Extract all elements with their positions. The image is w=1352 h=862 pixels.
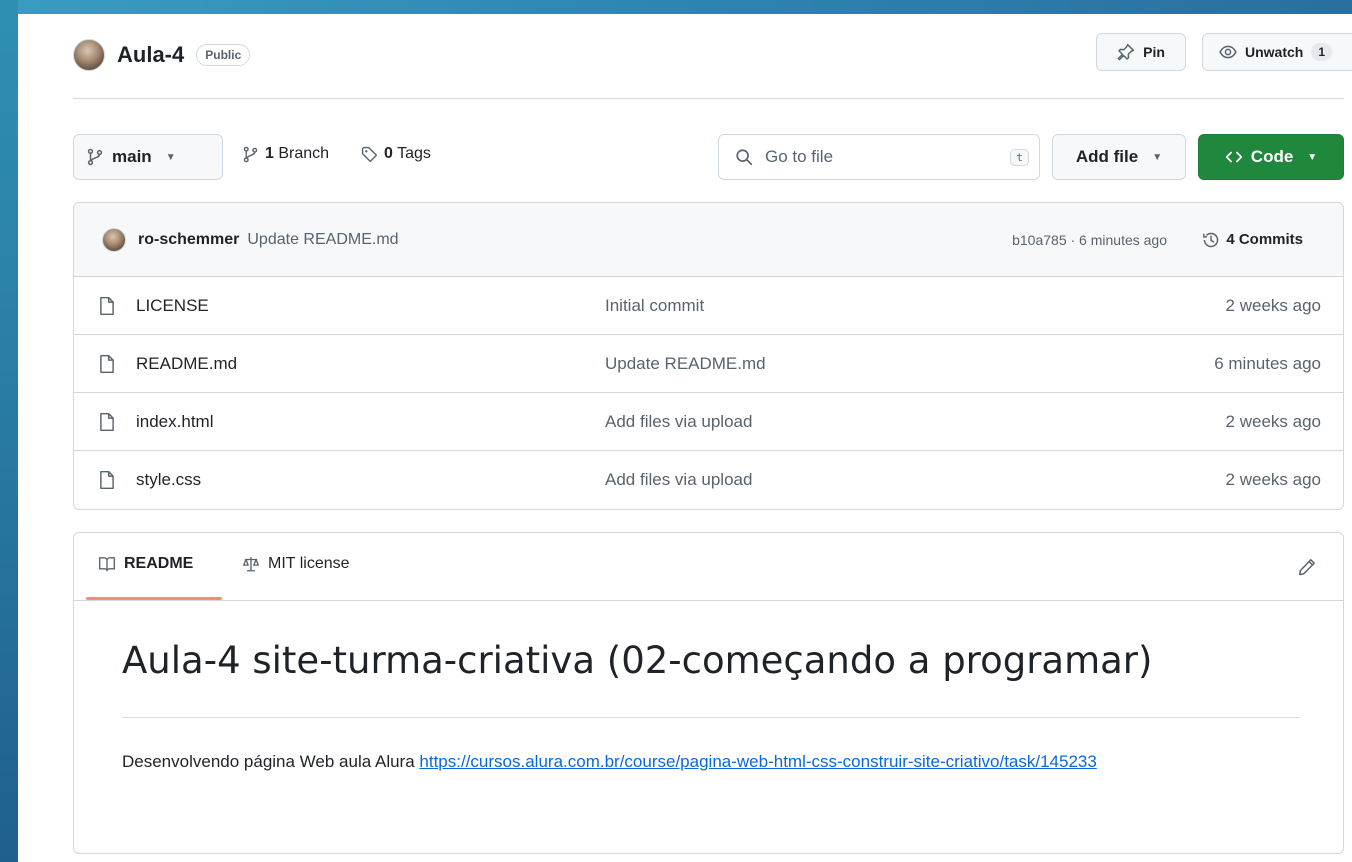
- branch-selector[interactable]: main ▼: [73, 134, 223, 180]
- file-icon: [98, 470, 116, 490]
- latest-commit-row: ro-schemmer Update README.md b10a785 · 6…: [74, 203, 1343, 277]
- file-icon: [98, 296, 116, 316]
- active-tab-indicator: [86, 597, 222, 600]
- file-time: 2 weeks ago: [1225, 411, 1321, 431]
- search-shortcut-hint: t: [1010, 148, 1029, 166]
- code-icon: [1225, 148, 1243, 166]
- heading-rule: [122, 717, 1300, 718]
- chevron-down-icon: ▼: [165, 151, 176, 163]
- commit-meta[interactable]: b10a785 · 6 minutes ago: [1012, 232, 1167, 248]
- header-divider: [73, 98, 1344, 99]
- readme-paragraph: Desenvolvendo página Web aula Alura http…: [122, 747, 1272, 776]
- code-label: Code: [1250, 147, 1294, 166]
- branch-name: main: [112, 147, 152, 166]
- file-time: 2 weeks ago: [1225, 470, 1321, 489]
- file-icon: [98, 412, 116, 432]
- owner-avatar[interactable]: [73, 39, 105, 71]
- tags-label: Tags: [397, 145, 431, 162]
- tag-icon: [361, 146, 378, 163]
- book-icon: [98, 555, 116, 573]
- file-name[interactable]: index.html: [136, 412, 213, 432]
- file-time: 6 minutes ago: [1214, 353, 1321, 373]
- watch-count: 1: [1311, 43, 1333, 61]
- pin-icon: [1117, 43, 1135, 61]
- unwatch-button[interactable]: Unwatch 1: [1202, 33, 1352, 71]
- file-commit-message[interactable]: Add files via upload: [605, 470, 752, 490]
- file-commit-message[interactable]: Update README.md: [605, 354, 766, 374]
- code-button[interactable]: Code ▼: [1198, 134, 1344, 180]
- course-link[interactable]: https://cursos.alura.com.br/course/pagin…: [419, 752, 1096, 771]
- file-list: ro-schemmer Update README.md b10a785 · 6…: [73, 202, 1344, 510]
- commits-label: 4 Commits: [1226, 231, 1303, 248]
- pin-button[interactable]: Pin: [1096, 33, 1186, 71]
- search-icon: [735, 148, 753, 166]
- readme-tabs: README MIT license: [74, 533, 1343, 601]
- file-commit-message[interactable]: Initial commit: [605, 296, 704, 316]
- branches-count: 1: [265, 145, 274, 162]
- readme-text: Desenvolvendo página Web aula Alura: [122, 752, 415, 771]
- file-row[interactable]: style.css Add files via upload 2 weeks a…: [74, 451, 1343, 509]
- chevron-down-icon: ▼: [1152, 151, 1163, 163]
- history-icon: [1202, 231, 1220, 249]
- repo-name[interactable]: Aula-4: [117, 42, 184, 68]
- file-name[interactable]: LICENSE: [136, 296, 209, 316]
- commit-author[interactable]: ro-schemmer: [138, 231, 239, 249]
- readme-panel: README MIT license Aula-4 site-turma-cri…: [73, 532, 1344, 854]
- file-icon: [98, 354, 116, 374]
- chevron-down-icon: ▼: [1307, 151, 1318, 163]
- file-row[interactable]: README.md Update README.md 6 minutes ago: [74, 335, 1343, 393]
- file-commit-message[interactable]: Add files via upload: [605, 412, 752, 432]
- eye-icon: [1219, 43, 1237, 61]
- desktop-background-top: [0, 0, 1352, 14]
- go-to-file-input[interactable]: [763, 146, 1011, 168]
- tags-link[interactable]: 0 Tags: [361, 145, 431, 163]
- tab-readme[interactable]: README: [98, 555, 193, 573]
- file-row[interactable]: index.html Add files via upload 2 weeks …: [74, 393, 1343, 451]
- repo-page: Aula-4 Public Pin Unwatch 1 main ▼ 1 Bra…: [18, 14, 1352, 862]
- tab-readme-label: README: [124, 555, 194, 572]
- tab-license-label: MIT license: [268, 555, 350, 572]
- unwatch-label: Unwatch: [1245, 44, 1304, 60]
- git-branch-icon: [86, 148, 104, 166]
- file-name[interactable]: style.css: [136, 470, 201, 490]
- go-to-file-search[interactable]: t: [718, 134, 1040, 180]
- pin-label: Pin: [1143, 44, 1165, 60]
- file-row[interactable]: LICENSE Initial commit 2 weeks ago: [74, 277, 1343, 335]
- readme-heading: Aula-4 site-turma-criativa (02-começando…: [122, 639, 1153, 682]
- visibility-badge: Public: [196, 44, 251, 66]
- author-avatar[interactable]: [102, 227, 126, 252]
- desktop-background-left: [0, 0, 18, 862]
- file-name[interactable]: README.md: [136, 354, 237, 374]
- commit-message[interactable]: Update README.md: [247, 231, 398, 249]
- repo-header: Aula-4 Public: [73, 38, 251, 72]
- file-time: 2 weeks ago: [1225, 295, 1321, 315]
- tags-count: 0: [384, 145, 393, 162]
- pencil-icon[interactable]: [1297, 557, 1317, 577]
- commits-link[interactable]: 4 Commits: [1202, 231, 1303, 249]
- add-file-button[interactable]: Add file ▼: [1052, 134, 1186, 180]
- git-branch-icon: [242, 146, 259, 163]
- add-file-label: Add file: [1075, 147, 1139, 166]
- tab-license[interactable]: MIT license: [242, 555, 350, 573]
- branches-link[interactable]: 1 Branch: [242, 145, 329, 163]
- law-scale-icon: [242, 555, 260, 573]
- branches-label: Branch: [278, 145, 330, 162]
